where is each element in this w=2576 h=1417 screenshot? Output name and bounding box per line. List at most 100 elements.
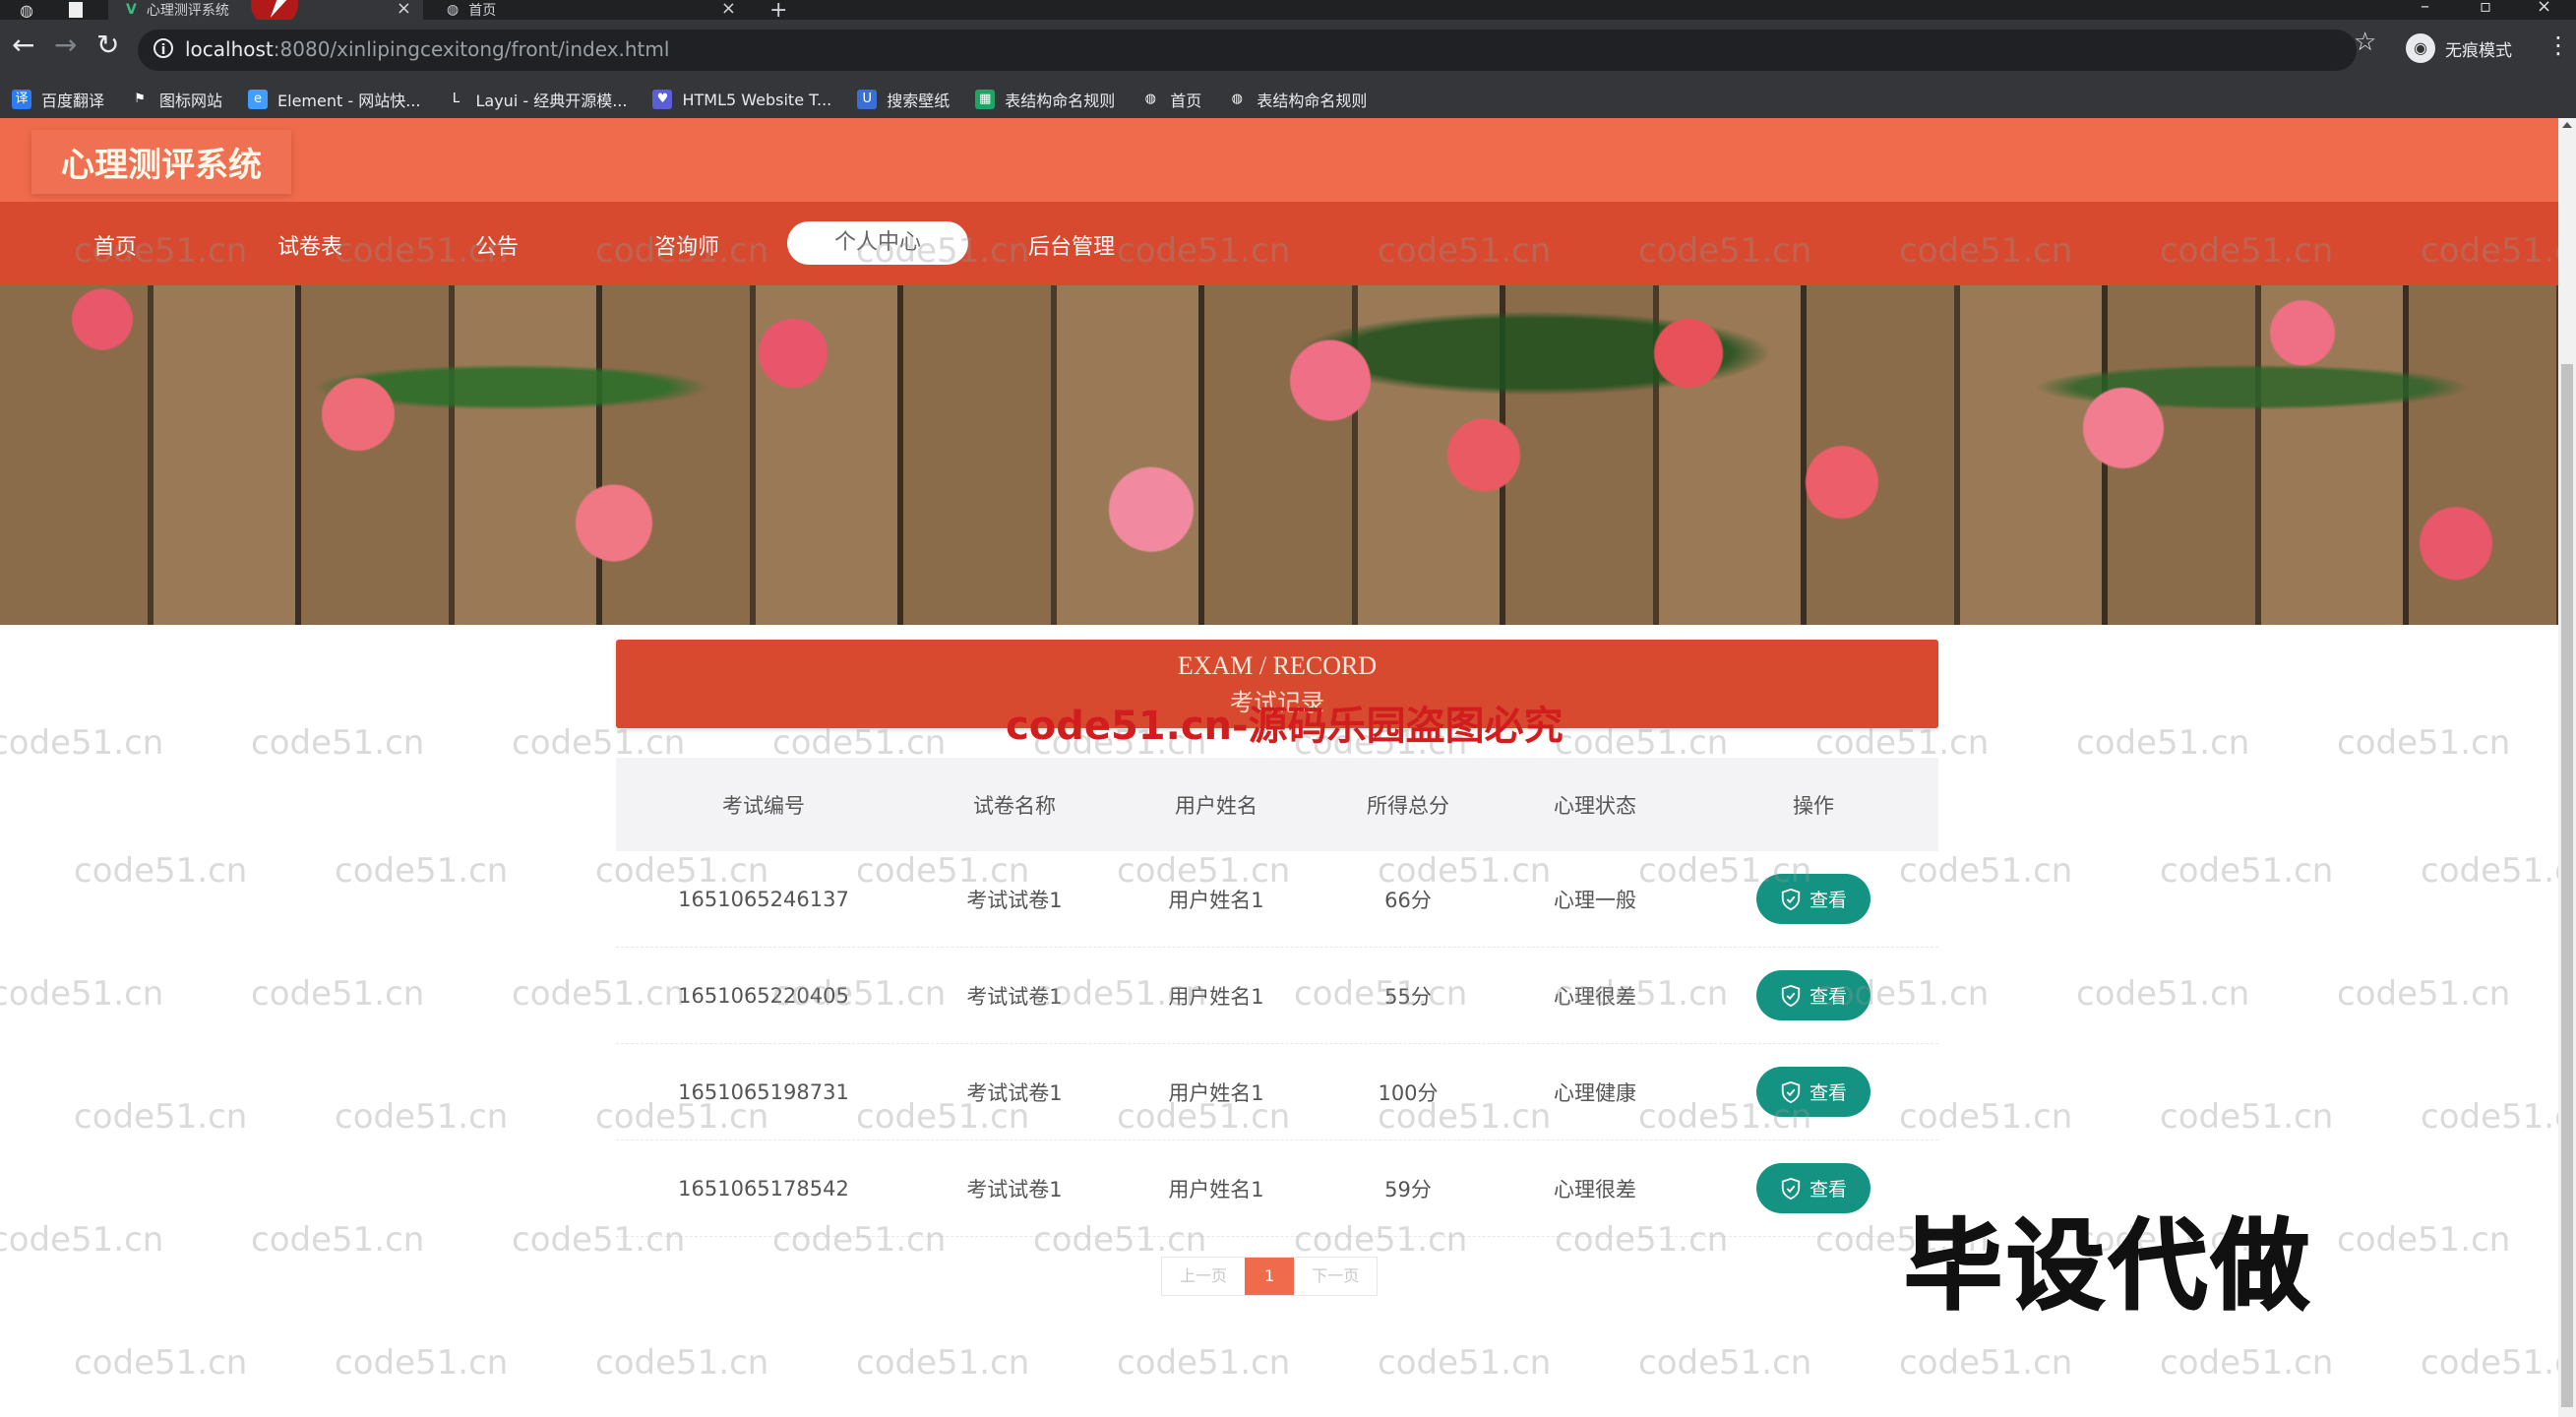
close-tab-icon[interactable]: × — [397, 0, 411, 19]
pagination: 上一页 1 下一页 — [1161, 1257, 1379, 1296]
mental-state-cell: 心理很差 — [1554, 1177, 1636, 1201]
score-cell: 55分 — [1384, 984, 1432, 1009]
watermark-text: code51.cn — [2337, 1220, 2511, 1260]
paper-name-cell: 考试试卷1 — [966, 1177, 1063, 1201]
nav-announcements[interactable]: 公告 — [475, 229, 519, 261]
nav-admin[interactable]: 后台管理 — [1028, 229, 1115, 261]
col-mental-state: 心理状态 — [1554, 793, 1636, 818]
url-text[interactable]: localhost:8080/xinlipingcexitong/front/i… — [185, 37, 669, 61]
watermark-text: code51.cn — [2421, 1343, 2558, 1383]
watermark-text: code51.cn — [1378, 1343, 1552, 1383]
watermark-text: code51.cn — [1815, 723, 1990, 763]
paper-name-cell: 考试试卷1 — [966, 1080, 1063, 1105]
url-host: localhost — [185, 37, 274, 61]
view-button[interactable]: 查看 — [1755, 1067, 1871, 1117]
view-button[interactable]: 查看 — [1755, 874, 1871, 924]
bookmark-star-icon[interactable]: ☆ — [2354, 28, 2376, 57]
table-row: 1651065220405 考试试卷1 用户姓名1 55分 心理很差 查看 — [616, 948, 1938, 1044]
info-icon[interactable]: i — [153, 38, 173, 58]
table-row: 1651065198731 考试试卷1 用户姓名1 100分 心理健康 查看 — [616, 1044, 1938, 1140]
watermark-text: code51.cn — [856, 1343, 1030, 1383]
scroll-up-arrow-icon[interactable] — [2562, 122, 2572, 128]
bookmark-label: HTML5 Website T... — [682, 90, 832, 109]
score-cell: 100分 — [1378, 1080, 1439, 1105]
shield-check-icon — [1781, 1080, 1801, 1103]
forward-arrow-icon[interactable]: → — [54, 31, 77, 59]
bookmark-label: 搜索壁纸 — [887, 92, 951, 110]
bookmark-item[interactable]: ⚑ 图标网站 — [130, 88, 222, 111]
site-logo-title[interactable]: 心理测评系统 — [31, 130, 291, 194]
bookmark-label: 首页 — [1170, 92, 1202, 110]
vue-icon: V — [126, 2, 137, 18]
nav-home[interactable]: 首页 — [93, 229, 137, 261]
exam-record-table: 考试编号 试卷名称 用户姓名 所得总分 心理状态 操作 165106524613… — [616, 758, 1938, 1237]
globe-icon: ◍ — [1227, 90, 1248, 109]
bookmark-item[interactable]: ◍ 首页 — [1140, 88, 1201, 111]
scrollbar-thumb[interactable] — [2561, 364, 2573, 1407]
address-bar[interactable]: i localhost:8080/xinlipingcexitong/front… — [138, 30, 2357, 71]
new-tab-button[interactable]: + — [769, 0, 787, 23]
user-name-cell: 用户姓名1 — [1168, 984, 1264, 1009]
close-window-icon[interactable]: × — [2537, 0, 2551, 17]
watermark-text: code51.cn — [74, 1097, 248, 1137]
tab-favicon-globe[interactable]: ◍ — [20, 0, 49, 20]
banner-carousel[interactable] — [0, 285, 2558, 625]
col-paper-name: 试卷名称 — [973, 793, 1056, 818]
browser-toolbar: ← → ↻ i localhost:8080/xinlipingcexitong… — [0, 20, 2576, 81]
mental-state-cell: 心理很差 — [1554, 984, 1636, 1009]
reload-icon[interactable]: ↻ — [96, 31, 119, 59]
actions-cell: 查看 — [1688, 874, 1938, 924]
globe-icon: ◍ — [447, 2, 460, 18]
bookmark-item[interactable]: U 搜索壁纸 — [857, 88, 950, 111]
translate-icon: 译 — [12, 90, 31, 109]
bookmark-item[interactable]: ◍ 表结构命名规则 — [1227, 88, 1367, 111]
nav-counselors[interactable]: 咨询师 — [654, 229, 719, 261]
browser-tab-strip: ◍ V 心理测评系统 × ◍ 首页 × + – ▫ × — [0, 0, 2576, 28]
watermark-text: code51.cn — [2076, 723, 2250, 763]
bookmark-item[interactable]: ▦ 表结构命名规则 — [975, 88, 1115, 111]
maximize-icon[interactable]: ▫ — [2480, 0, 2491, 17]
incognito-indicator[interactable]: ◉ 无痕模式 — [2406, 33, 2512, 63]
back-arrow-icon[interactable]: ← — [12, 31, 34, 59]
menu-kebab-icon[interactable]: ⋮ — [2546, 31, 2570, 59]
shield-check-icon — [1781, 1177, 1801, 1200]
view-button-label: 查看 — [1809, 986, 1847, 1008]
view-button[interactable]: 查看 — [1755, 1163, 1871, 1213]
watermark-text: code51.cn — [1117, 1343, 1291, 1383]
watermark-text: code51.cn — [2160, 1097, 2334, 1137]
url-path: :8080/xinlipingcexitong/front/index.html — [273, 37, 670, 61]
watermark-text: code51.cn — [74, 1343, 248, 1383]
watermark-text: code51.cn — [2421, 851, 2558, 891]
view-button[interactable]: 查看 — [1755, 970, 1871, 1020]
bookmark-label: 百度翻译 — [41, 92, 105, 110]
page-1-button[interactable]: 1 — [1245, 1258, 1295, 1295]
prev-page-button[interactable]: 上一页 — [1162, 1258, 1245, 1295]
exam-id-cell: 1651065178542 — [678, 1176, 849, 1201]
shield-check-icon — [1781, 888, 1801, 910]
score-cell: 66分 — [1384, 888, 1432, 912]
bookmark-item[interactable]: ♥ HTML5 Website T... — [652, 90, 831, 109]
close-tab-icon[interactable]: × — [721, 0, 736, 19]
minimize-icon[interactable]: – — [2421, 0, 2429, 17]
page-scrollbar[interactable] — [2558, 118, 2576, 1417]
bookmark-item[interactable]: e Element - 网站快... — [248, 88, 420, 111]
shield-check-icon — [1781, 984, 1801, 1007]
paper-name-cell: 考试试卷1 — [966, 888, 1063, 912]
mental-state-cell: 心理一般 — [1554, 888, 1636, 912]
bookmark-item[interactable]: 译百度翻译 — [12, 88, 104, 111]
bookmark-label: 表结构命名规则 — [1257, 92, 1368, 110]
promo-overlay-text: 毕设代做 — [1903, 1207, 2313, 1325]
web-page: 心理测评系统 首页 试卷表 公告 咨询师 个人中心 后台管理 EXAM / RE… — [0, 118, 2558, 1417]
watermark-text: code51.cn — [0, 1220, 164, 1260]
exam-id-cell: 1651065220405 — [678, 983, 849, 1008]
bookmark-item[interactable]: L Layui - 经典开源模... — [446, 88, 627, 111]
col-actions: 操作 — [1793, 793, 1834, 818]
nav-exam-papers[interactable]: 试卷表 — [277, 229, 342, 261]
view-button-label: 查看 — [1809, 890, 1847, 911]
table-header: 考试编号 试卷名称 用户姓名 所得总分 心理状态 操作 — [616, 758, 1938, 851]
next-page-button[interactable]: 下一页 — [1294, 1258, 1377, 1295]
nav-personal-center[interactable]: 个人中心 — [787, 221, 969, 265]
tab-page-icon[interactable] — [69, 0, 98, 20]
table-body: 1651065246137 考试试卷1 用户姓名1 66分 心理一般 查看 16510652… — [616, 851, 1938, 1237]
tab-home[interactable]: ◍ 首页 × — [433, 0, 748, 20]
